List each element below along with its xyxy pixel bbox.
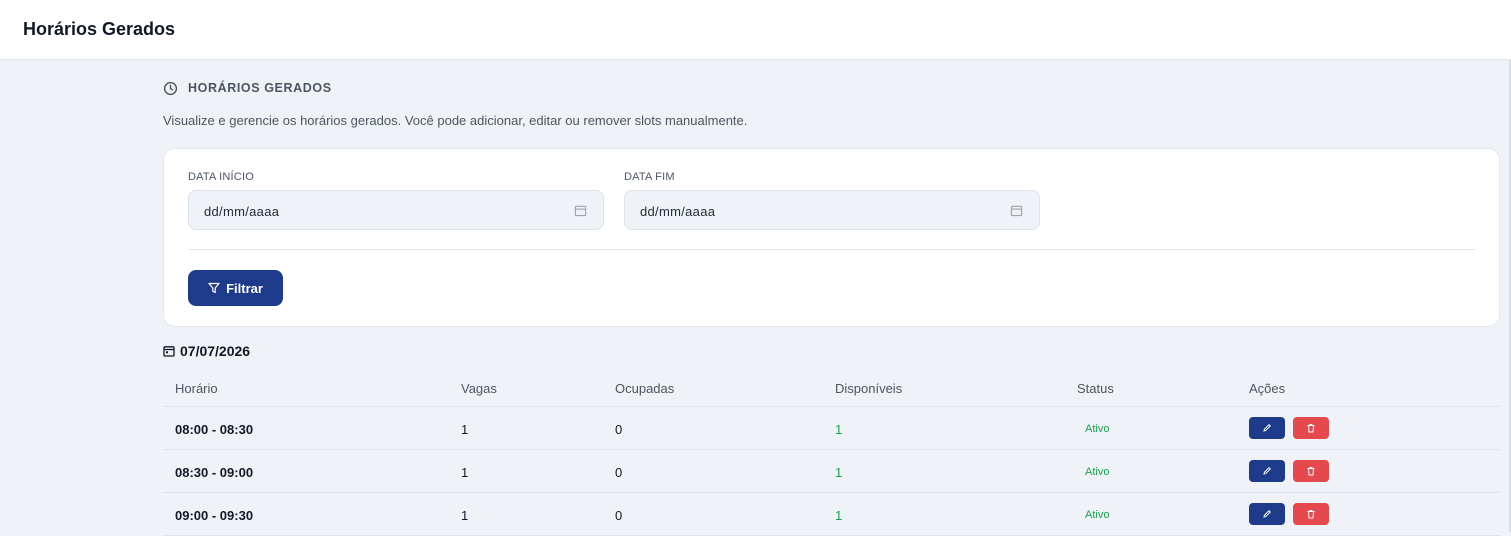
column-header-status: Status [1077, 381, 1114, 396]
start-date-value: dd/mm/aaaa [204, 204, 280, 219]
section-description: Visualize e gerencie os horários gerados… [163, 113, 748, 128]
column-header-taken: Ocupadas [615, 381, 675, 396]
filter-card: DATA INÍCIO dd/mm/aaaa DATA FIM dd/mm/aa… [163, 148, 1500, 327]
edit-icon [1263, 509, 1272, 518]
end-date-input[interactable]: dd/mm/aaaa [624, 190, 1040, 230]
cell-taken: 0 [615, 422, 623, 437]
status-badge: Ativo [1085, 509, 1110, 521]
table-row: 09:00 - 09:30 1 0 1 Ativo [163, 493, 1500, 536]
edit-button[interactable] [1249, 503, 1285, 525]
edit-icon [1263, 423, 1272, 432]
start-date-label: DATA INÍCIO [188, 171, 254, 183]
cell-time: 08:00 - 08:30 [175, 422, 254, 437]
cell-taken: 0 [615, 465, 623, 480]
day-date: 07/07/2026 [180, 343, 251, 359]
status-badge: Ativo [1085, 423, 1110, 435]
page-title: Horários Gerados [23, 19, 176, 39]
column-header-actions: Ações [1249, 381, 1286, 396]
cell-slots: 1 [461, 465, 469, 480]
edit-button[interactable] [1249, 417, 1285, 439]
table-row: 08:30 - 09:00 1 0 1 Ativo [163, 450, 1500, 493]
edit-button[interactable] [1249, 460, 1285, 482]
trash-icon [1307, 424, 1315, 433]
calendar-icon [163, 346, 175, 357]
table-header: Horário Vagas Ocupadas Disponíveis Statu… [163, 370, 1500, 407]
calendar-icon[interactable] [1010, 204, 1023, 217]
cell-slots: 1 [461, 508, 469, 523]
column-header-time: Horário [175, 381, 218, 396]
end-date-label: DATA FIM [624, 171, 675, 183]
edit-icon [1263, 466, 1272, 475]
cell-available: 1 [835, 465, 843, 480]
filter-icon [208, 282, 220, 294]
clock-icon [163, 81, 178, 95]
filter-button-label: Filtrar [226, 280, 263, 296]
filter-button[interactable]: Filtrar [188, 270, 283, 306]
trash-icon [1307, 467, 1315, 476]
delete-button[interactable] [1293, 503, 1329, 525]
slots-table: Horário Vagas Ocupadas Disponíveis Statu… [163, 370, 1500, 536]
column-header-available: Disponíveis [835, 381, 903, 396]
start-date-input[interactable]: dd/mm/aaaa [188, 190, 604, 230]
cell-available: 1 [835, 508, 843, 523]
filter-divider [188, 249, 1476, 250]
status-badge: Ativo [1085, 466, 1110, 478]
day-heading: 07/07/2026 [163, 343, 250, 359]
section-header: HORÁRIOS GERADOS [163, 80, 332, 96]
cell-available: 1 [835, 422, 843, 437]
cell-time: 09:00 - 09:30 [175, 508, 254, 523]
end-date-value: dd/mm/aaaa [640, 204, 716, 219]
trash-icon [1307, 510, 1315, 519]
calendar-icon[interactable] [574, 204, 587, 217]
column-header-slots: Vagas [461, 381, 497, 396]
cell-time: 08:30 - 09:00 [175, 465, 254, 480]
section-heading: HORÁRIOS GERADOS [188, 81, 332, 95]
cell-slots: 1 [461, 422, 469, 437]
cell-taken: 0 [615, 508, 623, 523]
top-bar: Horários Gerados [0, 0, 1511, 60]
table-row: 08:00 - 08:30 1 0 1 Ativo [163, 407, 1500, 450]
delete-button[interactable] [1293, 460, 1329, 482]
delete-button[interactable] [1293, 417, 1329, 439]
